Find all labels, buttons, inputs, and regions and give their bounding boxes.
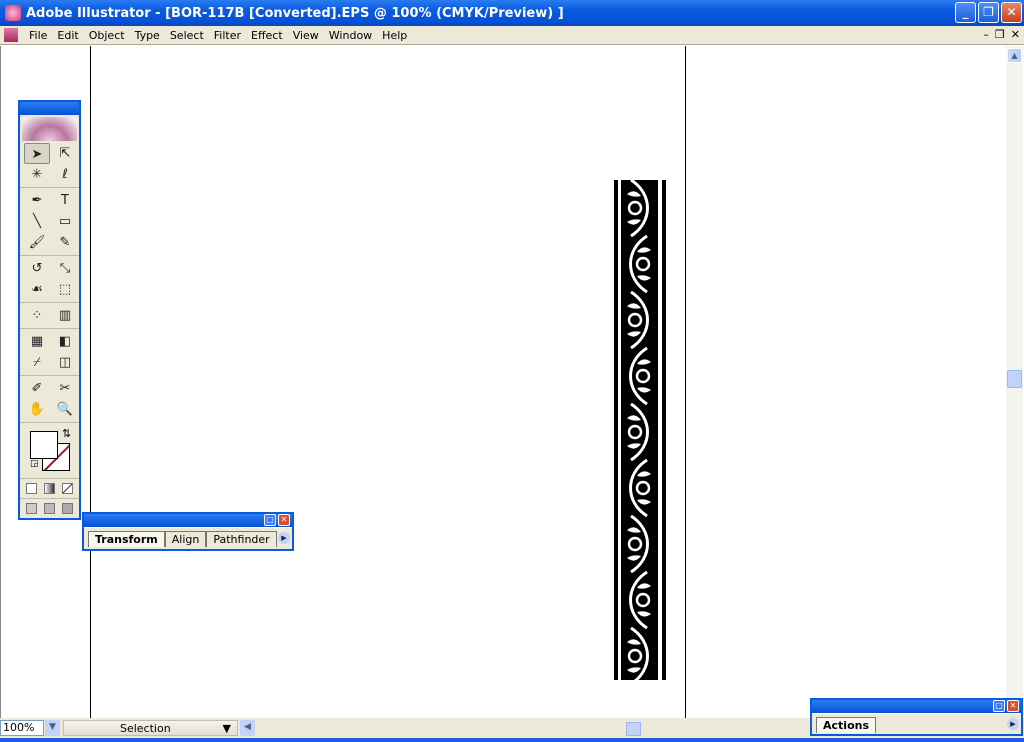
actions-panel-drag-bar[interactable]: □ ✕ [812,700,1021,713]
blend-tool[interactable]: ◫ [52,352,78,373]
fill-swatch[interactable] [30,431,58,459]
menu-view[interactable]: View [288,29,324,42]
swap-fill-stroke-icon[interactable]: ⇅ [62,427,71,440]
tab-pathfinder[interactable]: Pathfinder [206,531,277,547]
menu-object[interactable]: Object [84,29,130,42]
title-bar: Adobe Illustrator - [BOR-117B [Converted… [0,0,1024,26]
taskbar [0,738,1024,742]
graph-tool[interactable]: ▥ [52,305,78,326]
menu-type[interactable]: Type [130,29,165,42]
menu-filter[interactable]: Filter [209,29,246,42]
minimize-button[interactable]: _ [955,2,976,23]
gradient-tool[interactable]: ◧ [52,331,78,352]
toolbox-drag-bar[interactable] [20,102,79,115]
status-tool-select[interactable]: Selection ▼ [63,720,238,736]
free-transform-tool[interactable]: ⬚ [52,279,78,300]
artboard-canvas[interactable] [0,46,1006,718]
scale-tool[interactable]: ⤡ [52,258,78,279]
scissors-tool[interactable]: ✂ [52,378,78,399]
actions-panel: □ ✕ Actions ▶ [810,698,1023,736]
none-mode-button[interactable] [61,483,73,494]
menu-help[interactable]: Help [377,29,412,42]
fill-stroke-swatches: ⇅ ◲ [20,425,79,479]
illustrator-app-icon [5,5,21,21]
full-screen-mode-button[interactable] [61,503,73,514]
vertical-scrollbar[interactable]: ▲ [1006,46,1023,718]
close-button[interactable]: ✕ [1001,2,1022,23]
selection-tool[interactable]: ➤ [24,143,50,164]
doc-close-button[interactable]: ✕ [1011,28,1020,41]
tab-transform[interactable]: Transform [88,531,165,547]
menu-select[interactable]: Select [165,29,209,42]
border-outer-left-band [614,180,618,680]
window-title: Adobe Illustrator - [BOR-117B [Converted… [26,5,564,21]
symbol-sprayer-tool[interactable]: ⁘ [24,305,50,326]
direct-selection-tool[interactable]: ⇱ [52,143,78,164]
zoom-tool[interactable]: 🔍 [52,399,78,420]
default-colors-icon[interactable]: ◲ [30,459,39,469]
scroll-up-button[interactable]: ▲ [1007,48,1022,63]
actions-minimize-button[interactable]: □ [993,700,1005,712]
panel-close-button[interactable]: ✕ [278,514,290,526]
type-tool[interactable]: T [52,190,78,211]
standard-screen-mode-button[interactable] [26,503,38,514]
page-boundary-left [90,46,91,718]
slice-tool[interactable]: ✐ [24,378,50,399]
color-mode-button[interactable] [26,483,38,494]
eyedropper-tool[interactable]: ⌿ [24,352,50,373]
document-icon[interactable] [4,28,18,42]
rotate-tool[interactable]: ↺ [24,258,50,279]
horizontal-scroll-thumb[interactable] [626,722,641,736]
transform-panel-group: □ ✕ Transform Align Pathfinder ▶ [82,512,294,551]
panel-drag-bar[interactable]: □ ✕ [84,514,292,527]
lasso-tool[interactable]: ℓ [52,164,78,185]
doc-restore-button[interactable]: ❐ [995,28,1005,41]
vertical-scroll-thumb[interactable] [1007,370,1022,388]
rectangle-tool[interactable]: ▭ [52,211,78,232]
menu-window[interactable]: Window [324,29,377,42]
border-outer-right-band [662,180,666,680]
hand-tool[interactable]: ✋ [24,399,50,420]
tab-actions[interactable]: Actions [816,717,876,733]
mesh-tool[interactable]: ▦ [24,331,50,352]
doc-minimize-button[interactable]: – [983,28,989,41]
zoom-dropdown-button[interactable]: ▼ [45,720,60,736]
scroll-left-button[interactable]: ◀ [240,720,255,736]
pencil-tool[interactable]: ✎ [52,232,78,253]
page-boundary-right [685,46,686,718]
menu-edit[interactable]: Edit [52,29,83,42]
menu-effect[interactable]: Effect [246,29,288,42]
ornamental-border-artwork[interactable] [613,180,667,682]
zoom-level-field[interactable]: 100% [0,720,44,736]
pen-tool[interactable]: ✒ [24,190,50,211]
actions-close-button[interactable]: ✕ [1007,700,1019,712]
paintbrush-tool[interactable]: 🖌 [24,232,50,253]
status-tool-label: Selection [120,721,171,735]
panel-minimize-button[interactable]: □ [264,514,276,526]
magic-wand-tool[interactable]: ✳ [24,164,50,185]
menu-bar: File Edit Object Type Select Filter Effe… [0,26,1024,45]
actions-panel-menu-button[interactable]: ▶ [1007,718,1019,730]
warp-tool[interactable]: ☙ [24,279,50,300]
tab-align[interactable]: Align [164,531,207,547]
dropdown-arrow-icon: ▼ [222,721,231,735]
line-tool[interactable]: ╲ [24,211,50,232]
toolbox-flower-banner [22,117,77,141]
gradient-mode-button[interactable] [43,483,55,494]
full-screen-menu-mode-button[interactable] [43,503,55,514]
panel-menu-button[interactable]: ▶ [278,532,290,544]
restore-button[interactable]: ❐ [978,2,999,23]
menu-file[interactable]: File [24,29,52,42]
toolbox-panel: ➤ ⇱ ✳ ℓ ✒ T ╲ ▭ 🖌 ✎ ↺ ⤡ ☙ ⬚ ⁘ ▥ ▦ ◧ ⌿ ◫ ✐ ✂ ✋ 🔍 ⇅ ◲ [18,100,81,520]
